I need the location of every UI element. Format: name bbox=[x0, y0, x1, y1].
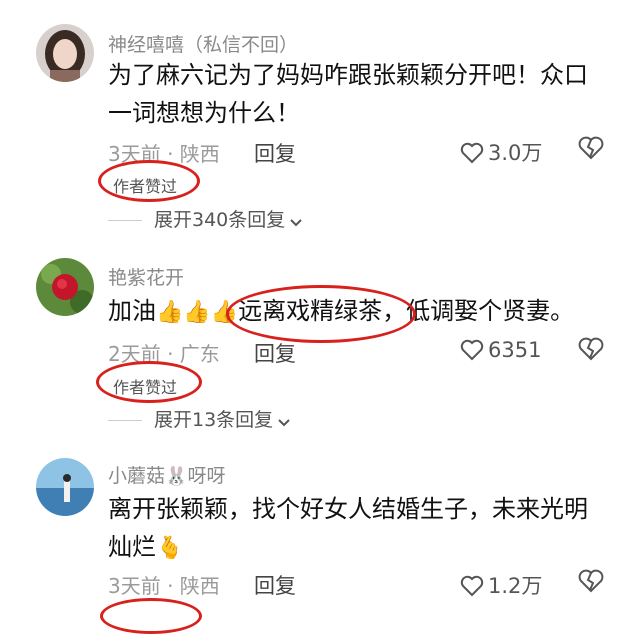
comment-text-line: 灿烂🫰 bbox=[108, 528, 608, 568]
comment-text: 离开张颖颖，找个好女人结婚生子，未来光明 灿烂🫰 bbox=[108, 490, 608, 568]
username-suffix: 呀呀 bbox=[187, 465, 226, 487]
avatar[interactable] bbox=[36, 258, 94, 316]
expand-label: 展开340条回复 bbox=[154, 209, 286, 231]
dislike-button[interactable] bbox=[578, 136, 604, 164]
like-button[interactable]: 6351 bbox=[460, 338, 541, 362]
expand-label: 展开13条回复 bbox=[154, 409, 274, 431]
rabbit-emoji: 🐰 bbox=[165, 466, 188, 487]
comment-text-line: 为了麻六记为了妈妈咋跟张颖颖分开吧！众口 bbox=[108, 61, 588, 89]
divider bbox=[108, 220, 142, 221]
highlight-ring bbox=[98, 160, 200, 202]
reply-button[interactable]: 回复 bbox=[254, 138, 296, 168]
comment-text-line: 一词想想为什么！ bbox=[108, 99, 300, 127]
like-count: 6351 bbox=[488, 338, 542, 362]
username[interactable]: 艳紫花开 bbox=[108, 263, 184, 290]
comment-text-segment: 加油 bbox=[108, 297, 156, 325]
like-count: 3.0万 bbox=[488, 141, 543, 165]
meta-row: 3天前 · 陕西 回复 bbox=[108, 570, 296, 599]
expand-replies-button[interactable]: 展开340条回复 bbox=[108, 205, 303, 232]
expand-replies-button[interactable]: 展开13条回复 bbox=[108, 405, 291, 432]
dislike-button[interactable] bbox=[578, 337, 604, 365]
avatar[interactable] bbox=[36, 458, 94, 516]
heart-outline-icon bbox=[460, 142, 484, 164]
broken-heart-icon bbox=[578, 569, 604, 593]
username[interactable]: 小蘑菇🐰呀呀 bbox=[108, 461, 225, 488]
like-button[interactable]: 3.0万 bbox=[460, 137, 542, 167]
comment-text-line: 离开张颖颖，找个好女人结婚生子，未来光明 bbox=[108, 495, 588, 523]
chevron-down-icon bbox=[278, 419, 290, 427]
broken-heart-icon bbox=[578, 337, 604, 361]
username[interactable]: 神经嘻嘻（私信不回） bbox=[108, 30, 298, 57]
divider bbox=[108, 420, 142, 421]
reply-button[interactable]: 回复 bbox=[254, 338, 296, 368]
heart-outline-icon bbox=[460, 339, 484, 361]
comment-text: 为了麻六记为了妈妈咋跟张颖颖分开吧！众口 一词想想为什么！ bbox=[108, 56, 608, 132]
timestamp-location: 3天前 · 陕西 bbox=[108, 574, 220, 598]
highlight-ring bbox=[96, 361, 202, 403]
like-button[interactable]: 1.2万 bbox=[460, 570, 542, 600]
highlight-ring bbox=[226, 285, 416, 343]
dislike-button[interactable] bbox=[578, 569, 604, 597]
heart-outline-icon bbox=[460, 575, 484, 597]
username-text: 小蘑菇 bbox=[108, 465, 166, 487]
like-count: 1.2万 bbox=[488, 574, 543, 598]
avatar[interactable] bbox=[36, 24, 94, 82]
reply-button[interactable]: 回复 bbox=[254, 570, 296, 600]
chevron-down-icon bbox=[290, 219, 302, 227]
finger-heart-emoji: 🫰 bbox=[156, 536, 184, 561]
comment-text-segment: 灿烂 bbox=[108, 533, 156, 561]
broken-heart-icon bbox=[578, 136, 604, 160]
highlight-ring bbox=[100, 598, 202, 634]
